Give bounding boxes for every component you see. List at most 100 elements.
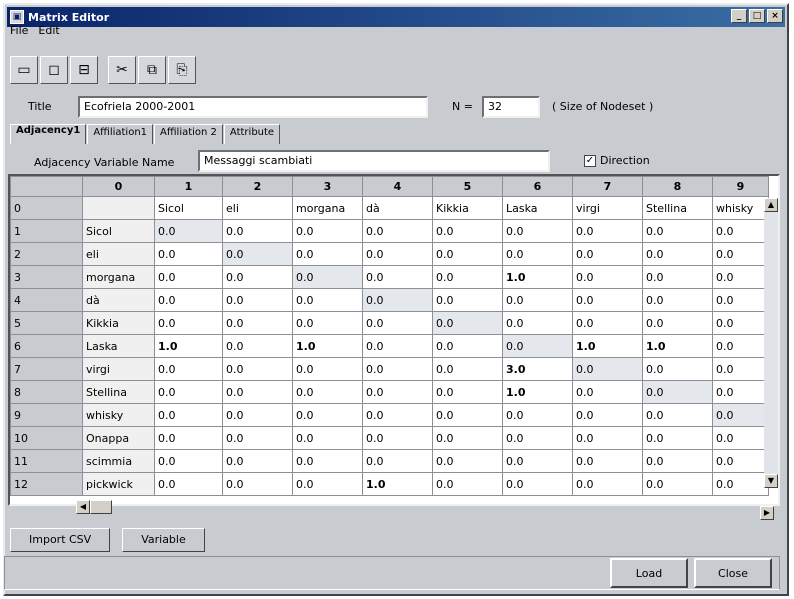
close-window-button[interactable]: × [767, 9, 783, 23]
node-name-cell[interactable]: dà [82, 288, 155, 312]
matrix-cell[interactable]: 0.0 [362, 380, 433, 404]
cut-button[interactable]: ✂ [108, 56, 136, 84]
matrix-cell[interactable]: 0.0 [292, 242, 363, 266]
matrix-cell[interactable]: 0.0 [572, 265, 643, 289]
node-name-cell[interactable]: Kikkia [432, 196, 503, 220]
column-header[interactable]: 0 [82, 176, 155, 197]
matrix-cell[interactable]: 0.0 [292, 265, 363, 289]
node-name-cell[interactable]: Kikkia [82, 311, 155, 335]
column-header[interactable]: 7 [572, 176, 643, 197]
matrix-cell[interactable]: 0.0 [432, 311, 503, 335]
matrix-cell[interactable]: 0.0 [154, 449, 223, 473]
matrix-cell[interactable]: 0.0 [222, 472, 293, 496]
matrix-cell[interactable]: 0.0 [362, 357, 433, 381]
matrix-cell[interactable]: 0.0 [642, 472, 713, 496]
matrix-cell[interactable]: 0.0 [712, 472, 769, 496]
matrix-cell[interactable]: 1.0 [502, 265, 573, 289]
matrix-cell[interactable]: 0.0 [712, 357, 769, 381]
load-button[interactable]: Load [610, 558, 688, 588]
matrix-cell[interactable]: 0.0 [572, 472, 643, 496]
matrix-cell[interactable]: 0.0 [432, 265, 503, 289]
matrix-cell[interactable]: 0.0 [432, 403, 503, 427]
scroll-thumb[interactable] [90, 500, 112, 514]
matrix-cell[interactable]: 0.0 [222, 357, 293, 381]
matrix-cell[interactable]: 0.0 [642, 311, 713, 335]
matrix-cell[interactable]: 0.0 [712, 288, 769, 312]
node-name-cell[interactable]: Onappa [82, 426, 155, 450]
matrix-cell[interactable]: 0.0 [292, 311, 363, 335]
matrix-cell[interactable]: 0.0 [502, 242, 573, 266]
matrix-cell[interactable]: 0.0 [502, 426, 573, 450]
tab-affiliation1[interactable]: Affiliation1 [87, 124, 154, 144]
matrix-cell[interactable]: 0.0 [222, 242, 293, 266]
node-name-cell[interactable]: virgi [572, 196, 643, 220]
matrix-cell[interactable]: 0.0 [432, 334, 503, 358]
matrix-cell[interactable]: 0.0 [572, 242, 643, 266]
matrix-cell[interactable]: 0.0 [154, 426, 223, 450]
matrix-cell[interactable]: 0.0 [362, 426, 433, 450]
matrix-cell[interactable]: 0.0 [712, 426, 769, 450]
tab-attribute[interactable]: Attribute [223, 124, 281, 144]
node-name-cell[interactable]: virgi [82, 357, 155, 381]
matrix-cell[interactable]: 0.0 [642, 403, 713, 427]
matrix-cell[interactable]: 1.0 [292, 334, 363, 358]
vertical-scrollbar[interactable]: ▲ ▼ [764, 198, 778, 488]
column-header[interactable]: 2 [222, 176, 293, 197]
matrix-cell[interactable]: 3.0 [502, 357, 573, 381]
matrix-cell[interactable]: 0.0 [502, 288, 573, 312]
node-name-cell[interactable]: morgana [292, 196, 363, 220]
node-name-cell[interactable]: dà [362, 196, 433, 220]
matrix-cell[interactable]: 1.0 [572, 334, 643, 358]
matrix-cell[interactable]: 0.0 [502, 472, 573, 496]
matrix-cell[interactable]: 0.0 [642, 426, 713, 450]
column-header[interactable]: 8 [642, 176, 713, 197]
title-input[interactable]: Ecofriela 2000-2001 [78, 96, 428, 118]
matrix-cell[interactable]: 0.0 [432, 219, 503, 243]
matrix-cell[interactable]: 0.0 [432, 357, 503, 381]
node-name-cell[interactable] [82, 196, 155, 220]
matrix-cell[interactable]: 0.0 [222, 403, 293, 427]
matrix-cell[interactable]: 0.0 [712, 219, 769, 243]
matrix-cell[interactable]: 0.0 [642, 380, 713, 404]
node-name-cell[interactable]: scimmia [82, 449, 155, 473]
matrix-cell[interactable]: 0.0 [642, 242, 713, 266]
matrix-cell[interactable]: 0.0 [712, 242, 769, 266]
matrix-cell[interactable]: 0.0 [362, 449, 433, 473]
matrix-cell[interactable]: 0.0 [502, 219, 573, 243]
matrix-cell[interactable]: 1.0 [502, 380, 573, 404]
matrix-cell[interactable]: 0.0 [362, 403, 433, 427]
node-name-cell[interactable]: Stellina [82, 380, 155, 404]
node-name-cell[interactable]: Sicol [82, 219, 155, 243]
node-name-cell[interactable]: eli [222, 196, 293, 220]
import-csv-button[interactable]: Import CSV [10, 528, 111, 552]
matrix-cell[interactable]: 0.0 [292, 449, 363, 473]
matrix-cell[interactable]: 0.0 [712, 449, 769, 473]
matrix-cell[interactable]: 0.0 [432, 472, 503, 496]
matrix-cell[interactable]: 0.0 [362, 334, 433, 358]
matrix-cell[interactable]: 1.0 [362, 472, 433, 496]
matrix-cell[interactable]: 0.0 [222, 380, 293, 404]
menu-edit[interactable]: Edit [38, 24, 59, 40]
tab-affiliation2[interactable]: Affiliation 2 [154, 124, 223, 144]
matrix-cell[interactable]: 0.0 [154, 219, 223, 243]
matrix-cell[interactable]: 0.0 [642, 265, 713, 289]
scroll-up-icon[interactable]: ▲ [764, 198, 778, 212]
horizontal-scrollbar[interactable]: ◀ [76, 500, 112, 516]
matrix-cell[interactable]: 0.0 [572, 357, 643, 381]
matrix-cell[interactable]: 0.0 [292, 357, 363, 381]
matrix-cell[interactable]: 0.0 [572, 403, 643, 427]
node-name-cell[interactable]: Laska [502, 196, 573, 220]
matrix-cell[interactable]: 0.0 [712, 334, 769, 358]
matrix-cell[interactable]: 0.0 [502, 334, 573, 358]
matrix-cell[interactable]: 0.0 [154, 357, 223, 381]
column-header[interactable]: 1 [154, 176, 223, 197]
matrix-cell[interactable]: 0.0 [362, 242, 433, 266]
paste-button[interactable]: ⎘ [168, 56, 196, 84]
matrix-cell[interactable]: 0.0 [572, 426, 643, 450]
matrix-cell[interactable]: 0.0 [292, 219, 363, 243]
node-name-cell[interactable]: pickwick [82, 472, 155, 496]
matrix-cell[interactable]: 1.0 [154, 334, 223, 358]
matrix-cell[interactable]: 0.0 [292, 380, 363, 404]
matrix-cell[interactable]: 0.0 [222, 219, 293, 243]
variable-button[interactable]: Variable [122, 528, 205, 552]
